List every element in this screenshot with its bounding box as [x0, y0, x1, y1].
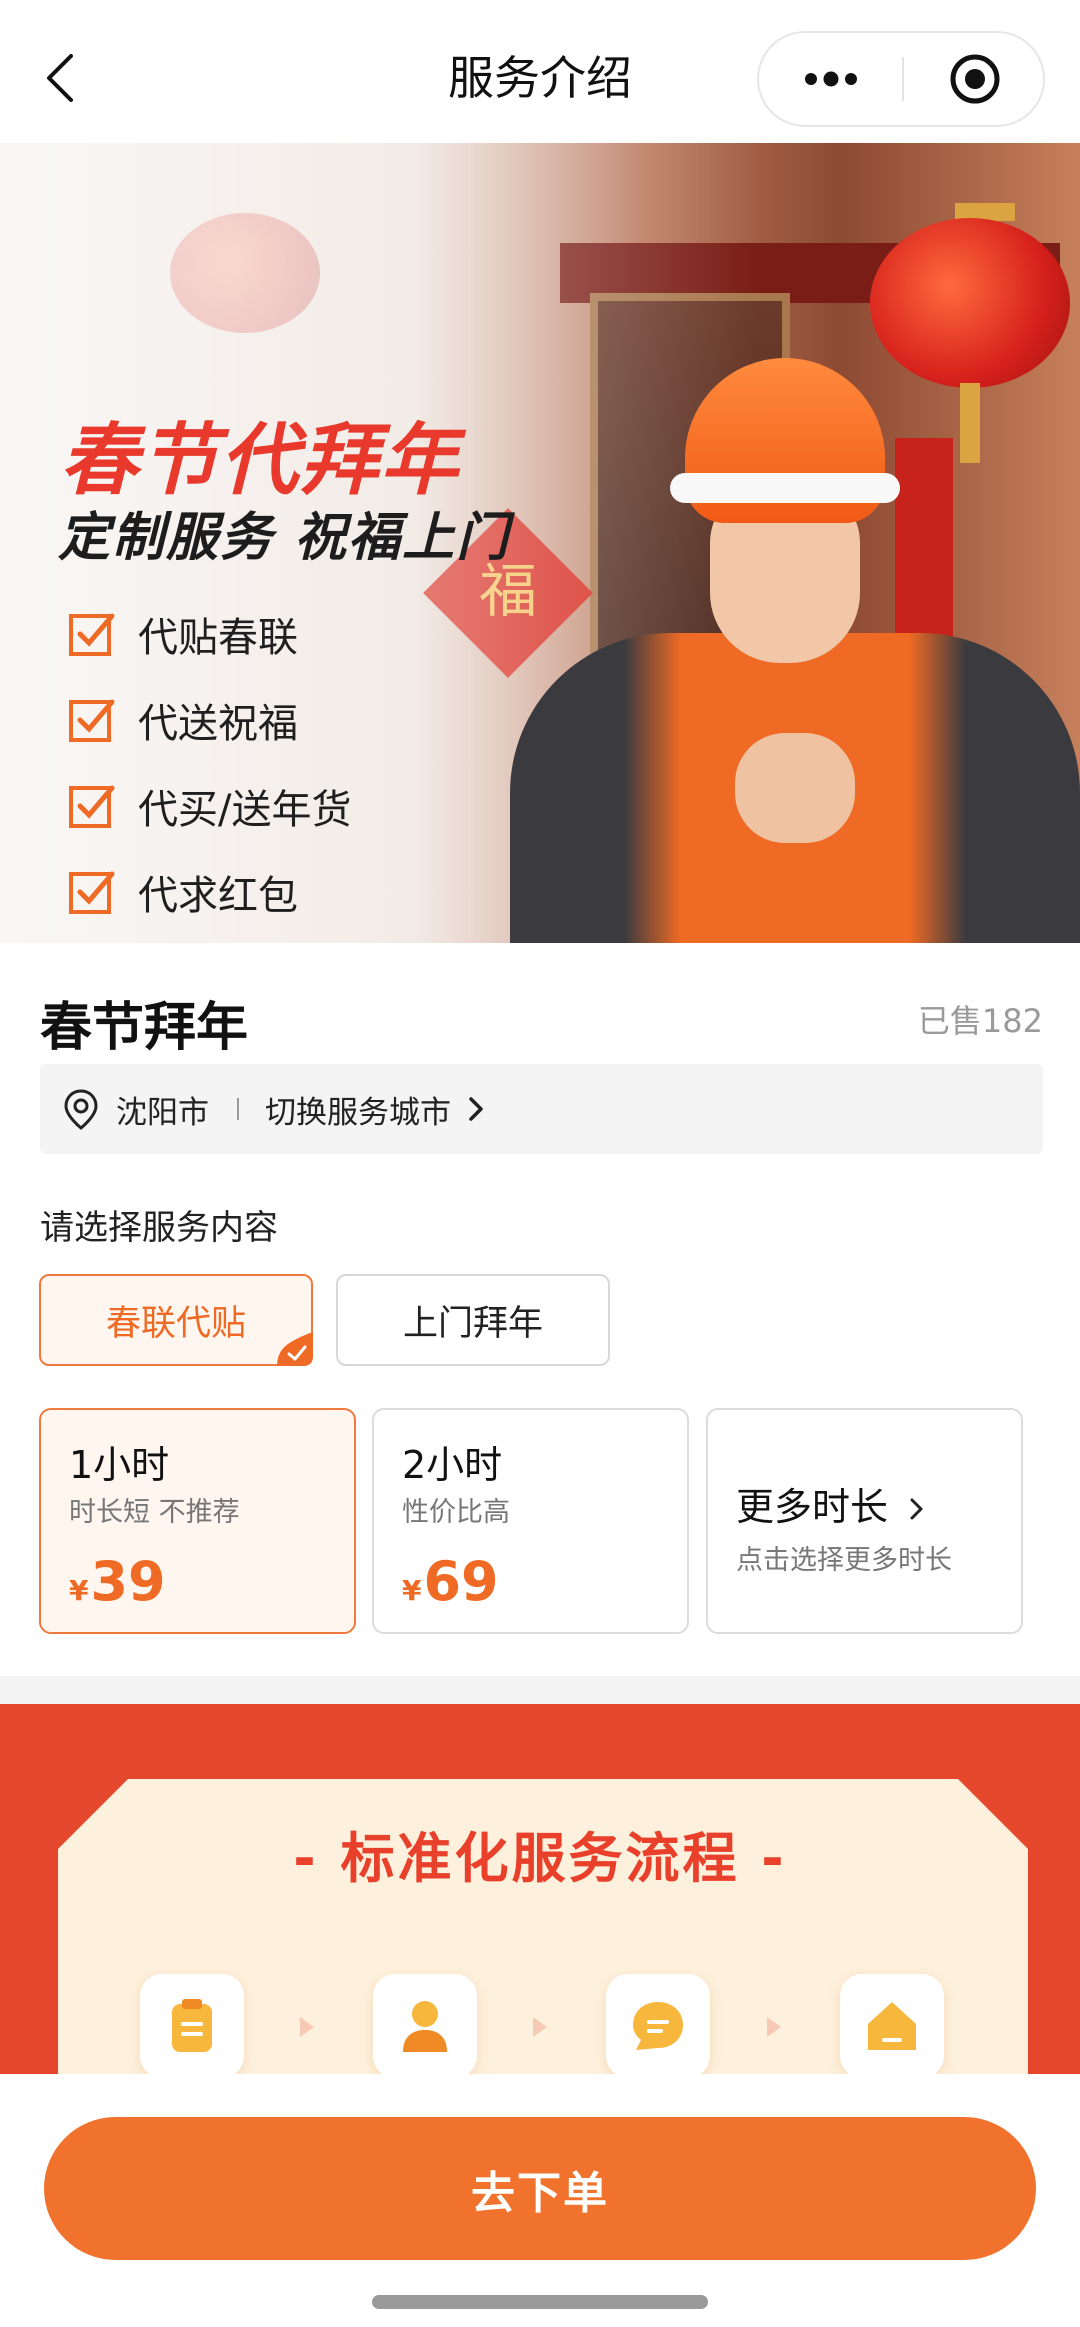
more-duration-desc: 点击选择更多时长: [736, 1545, 952, 1576]
courier-helmet-rim: [670, 473, 900, 503]
selected-check-icon: [277, 1332, 313, 1366]
banner-feature-text: 代买/送年货: [138, 787, 352, 833]
navigation-bar: 服务介绍: [0, 0, 1080, 143]
product-title: 春节拜年: [40, 998, 249, 1058]
banner-feature-text: 代贴春联: [138, 615, 298, 661]
process-title: - 标准化服务流程 -: [293, 1827, 787, 1890]
checkbox-icon: [69, 871, 115, 914]
duration-title: 1小时: [69, 1443, 170, 1487]
price-value: 69: [423, 1550, 499, 1613]
courier-hands: [735, 733, 855, 843]
location-pin-icon: [64, 1089, 98, 1130]
checkbox-icon: [69, 699, 115, 742]
banner-feature-text: 代求红包: [138, 873, 298, 919]
service-process-section: - 标准化服务流程 -: [0, 1704, 1080, 2074]
banner-feature-item: 代买/送年货: [68, 763, 351, 849]
mini-program-capsule: [757, 31, 1045, 127]
chevron-right-icon: [469, 1097, 483, 1121]
banner-feature-item: 代送祝福: [68, 677, 351, 763]
home-indicator[interactable]: [372, 2295, 708, 2309]
process-step: [373, 1974, 477, 2074]
process-step: [140, 1974, 244, 2074]
duration-price: ¥69: [402, 1550, 499, 1613]
service-type-label: 春联代贴: [105, 1303, 246, 1344]
chevron-right-icon: [910, 1498, 923, 1520]
duration-price: ¥39: [69, 1550, 166, 1613]
switch-city-link[interactable]: 切换服务城市: [265, 1087, 451, 1132]
checkbox-icon: [69, 613, 115, 656]
banner-subtitle: 定制服务 祝福上门: [58, 508, 511, 568]
price-value: 39: [90, 1550, 166, 1613]
service-type-option-visit[interactable]: 上门拜年: [336, 1274, 610, 1366]
city-divider: [237, 1098, 239, 1120]
step-arrow: [300, 2017, 314, 2037]
close-mini-program-button[interactable]: [904, 33, 1045, 125]
banner-feature-item: 代求红包: [68, 849, 351, 935]
courier-image: [510, 333, 1080, 943]
step-arrow: [767, 2017, 781, 2037]
sold-count: 已售182: [917, 1002, 1043, 1040]
duration-option-2h[interactable]: 2小时 性价比高 ¥69: [372, 1408, 689, 1634]
banner-feature-list: 代贴春联 代送祝福 代买/送年货 代求红包: [68, 591, 351, 935]
more-duration-label: 更多时长: [736, 1485, 889, 1529]
target-close-icon: [950, 54, 999, 104]
duration-desc: 时长短 不推荐: [69, 1497, 240, 1528]
duration-option-1h[interactable]: 1小时 时长短 不推荐 ¥39: [39, 1408, 356, 1634]
clipboard-icon: [172, 1999, 212, 2052]
promo-banner: 福 春节代拜年 定制服务 祝福上门 代贴春联: [0, 143, 1080, 943]
process-step: [840, 1974, 944, 2074]
service-type-option-couplet[interactable]: 春联代贴: [39, 1274, 313, 1366]
step-arrow: [533, 2017, 547, 2037]
more-duration-title: 更多时长: [736, 1476, 926, 1531]
duration-desc: 性价比高: [402, 1497, 510, 1528]
process-step: [606, 1974, 710, 2074]
banner-title: 春节代拜年: [60, 416, 461, 506]
checkbox-icon: [69, 785, 115, 828]
person-icon: [403, 2001, 447, 2052]
place-order-button[interactable]: 去下单: [44, 2117, 1036, 2260]
page: 服务介绍 福: [0, 0, 1080, 2327]
banner-feature-item: 代贴春联: [68, 591, 351, 677]
house-icon: [868, 2002, 916, 2050]
chat-icon: [633, 2002, 683, 2050]
service-select-label: 请选择服务内容: [40, 1208, 278, 1248]
service-type-label: 上门拜年: [402, 1303, 543, 1344]
more-dots-icon: [804, 71, 857, 87]
section-divider: [0, 1676, 1080, 1704]
currency-symbol: ¥: [402, 1574, 422, 1607]
more-button[interactable]: [759, 33, 902, 125]
more-duration-option[interactable]: 更多时长 点击选择更多时长: [706, 1408, 1023, 1634]
banner-feature-text: 代送祝福: [138, 701, 298, 747]
current-city: 沈阳市: [116, 1094, 209, 1131]
city-selector[interactable]: 沈阳市 切换服务城市: [40, 1064, 1043, 1154]
duration-title: 2小时: [402, 1443, 503, 1487]
currency-symbol: ¥: [69, 1574, 89, 1607]
